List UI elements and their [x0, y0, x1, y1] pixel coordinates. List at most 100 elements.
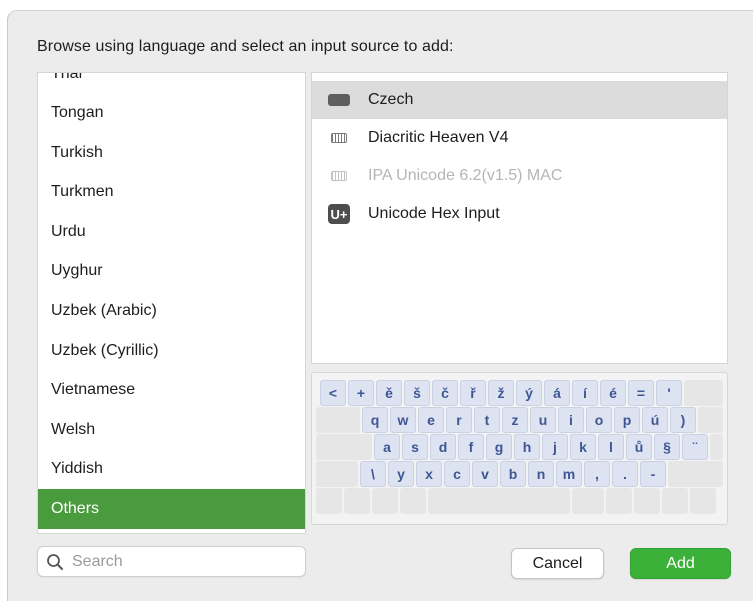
search-icon — [47, 554, 63, 570]
keyboard-key: z — [502, 407, 528, 433]
keyboard-key: s — [402, 434, 428, 460]
keyboard-key: ř — [460, 380, 486, 406]
language-item[interactable]: Uyghur — [38, 251, 305, 291]
keyboard-key: ) — [670, 407, 696, 433]
keyboard-key: m — [556, 461, 582, 487]
language-item[interactable]: Tongan — [38, 93, 305, 133]
keyboard-key: i — [558, 407, 584, 433]
keyboard-key-blank — [572, 488, 604, 514]
keyboard-key: x — [416, 461, 442, 487]
flag-icon — [328, 89, 350, 111]
keyboard-key-blank — [400, 488, 426, 514]
keyboard-key: , — [584, 461, 610, 487]
keyboard-key: - — [640, 461, 666, 487]
language-item[interactable]: Uzbek (Cyrillic) — [38, 331, 305, 371]
keyboard-key-blank — [316, 461, 358, 487]
keyboard-key: c — [444, 461, 470, 487]
keyboard-key: o — [586, 407, 612, 433]
keyboard-key-blank — [710, 434, 723, 460]
keyboard-key: v — [472, 461, 498, 487]
keyboard-key: q — [362, 407, 388, 433]
keyboard-key: + — [348, 380, 374, 406]
keyboard-key: w — [390, 407, 416, 433]
keyboard-key-blank — [316, 434, 372, 460]
keyboard-key-blank — [606, 488, 632, 514]
keyboard-layout-preview: < + ě š č ř ž ý á í é = ' q w e r t z u i o p ú) a s d f g h j k l ů § ¨ \ y x… — [311, 372, 728, 525]
unicode-icon: U+ — [328, 203, 350, 225]
keyboard-key: \ — [360, 461, 386, 487]
keyboard-key: k — [570, 434, 596, 460]
keyboard-key-blank — [662, 488, 688, 514]
keyboard-key: ú — [642, 407, 668, 433]
language-item[interactable]: Welsh — [38, 410, 305, 450]
language-item[interactable]: Urdu — [38, 212, 305, 252]
language-item[interactable]: Vietnamese — [38, 370, 305, 410]
keyboard-key: n — [528, 461, 554, 487]
input-source-item[interactable]: Czech — [312, 81, 727, 119]
dialog-prompt: Browse using language and select an inpu… — [37, 38, 454, 55]
keyboard-key: r — [446, 407, 472, 433]
keyboard-key: í — [572, 380, 598, 406]
keyboard-key: a — [374, 434, 400, 460]
keyboard-icon — [328, 127, 350, 149]
keyboard-key: u — [530, 407, 556, 433]
cancel-button[interactable]: Cancel — [511, 548, 604, 579]
language-item[interactable]: Yiddish — [38, 449, 305, 489]
input-source-item: IPA Unicode 6.2(v1.5) MAC — [312, 157, 727, 195]
search-input[interactable] — [72, 547, 297, 576]
keyboard-key: l — [598, 434, 624, 460]
language-item-partial[interactable]: Thai — [51, 73, 82, 83]
keyboard-key: ' — [656, 380, 682, 406]
keyboard-icon — [328, 165, 350, 187]
language-item[interactable]: Uzbek (Arabic) — [38, 291, 305, 331]
keyboard-key: f — [458, 434, 484, 460]
keyboard-key: § — [654, 434, 680, 460]
keyboard-key-blank — [684, 380, 723, 406]
language-item[interactable]: Turkish — [38, 133, 305, 173]
search-field[interactable] — [37, 546, 306, 577]
keyboard-key-blank — [690, 488, 716, 514]
keyboard-key: p — [614, 407, 640, 433]
input-source-list[interactable]: Czech Diacritic Heaven V4 IPA Unicode 6.2(… — [311, 72, 728, 364]
keyboard-key: . — [612, 461, 638, 487]
input-source-label: Unicode Hex Input — [368, 205, 500, 222]
keyboard-key-blank — [668, 461, 723, 487]
keyboard-key: š — [404, 380, 430, 406]
keyboard-row: \ y x c v b n m,. - — [316, 461, 723, 487]
input-source-item[interactable]: U+ Unicode Hex Input — [312, 195, 727, 233]
keyboard-key-blank — [698, 407, 723, 433]
keyboard-key: č — [432, 380, 458, 406]
language-list[interactable]: Thai Tongan Turkish Turkmen Urdu Uyghur Uzbek… — [37, 72, 306, 534]
keyboard-key: y — [388, 461, 414, 487]
language-item[interactable]: Others — [38, 489, 305, 529]
keyboard-key: e — [418, 407, 444, 433]
keyboard-key-blank — [316, 488, 342, 514]
keyboard-row: a s d f g h j k l ů § ¨ — [316, 434, 723, 460]
keyboard-key-blank — [316, 407, 360, 433]
keyboard-row — [316, 488, 723, 514]
keyboard-key: < — [320, 380, 346, 406]
input-source-label: Czech — [368, 91, 414, 108]
input-source-label: Diacritic Heaven V4 — [368, 129, 509, 146]
input-source-label: IPA Unicode 6.2(v1.5) MAC — [368, 167, 563, 184]
keyboard-key: = — [628, 380, 654, 406]
keyboard-key: ž — [488, 380, 514, 406]
keyboard-row: < + ě š č ř ž ý á í é = ' — [316, 380, 723, 406]
add-button[interactable]: Add — [630, 548, 731, 579]
add-input-source-dialog: Browse using language and select an inpu… — [7, 10, 753, 601]
keyboard-key-blank — [344, 488, 370, 514]
keyboard-key: á — [544, 380, 570, 406]
language-item[interactable]: Turkmen — [38, 172, 305, 212]
keyboard-key: d — [430, 434, 456, 460]
input-source-item[interactable]: Diacritic Heaven V4 — [312, 119, 727, 157]
keyboard-key-blank — [428, 488, 570, 514]
keyboard-key: ů — [626, 434, 652, 460]
keyboard-key: ě — [376, 380, 402, 406]
keyboard-key: é — [600, 380, 626, 406]
keyboard-row: q w e r t z u i o p ú) — [316, 407, 723, 433]
keyboard-key: ý — [516, 380, 542, 406]
keyboard-key: t — [474, 407, 500, 433]
keyboard-key-blank — [634, 488, 660, 514]
keyboard-key: h — [514, 434, 540, 460]
keyboard-key: j — [542, 434, 568, 460]
